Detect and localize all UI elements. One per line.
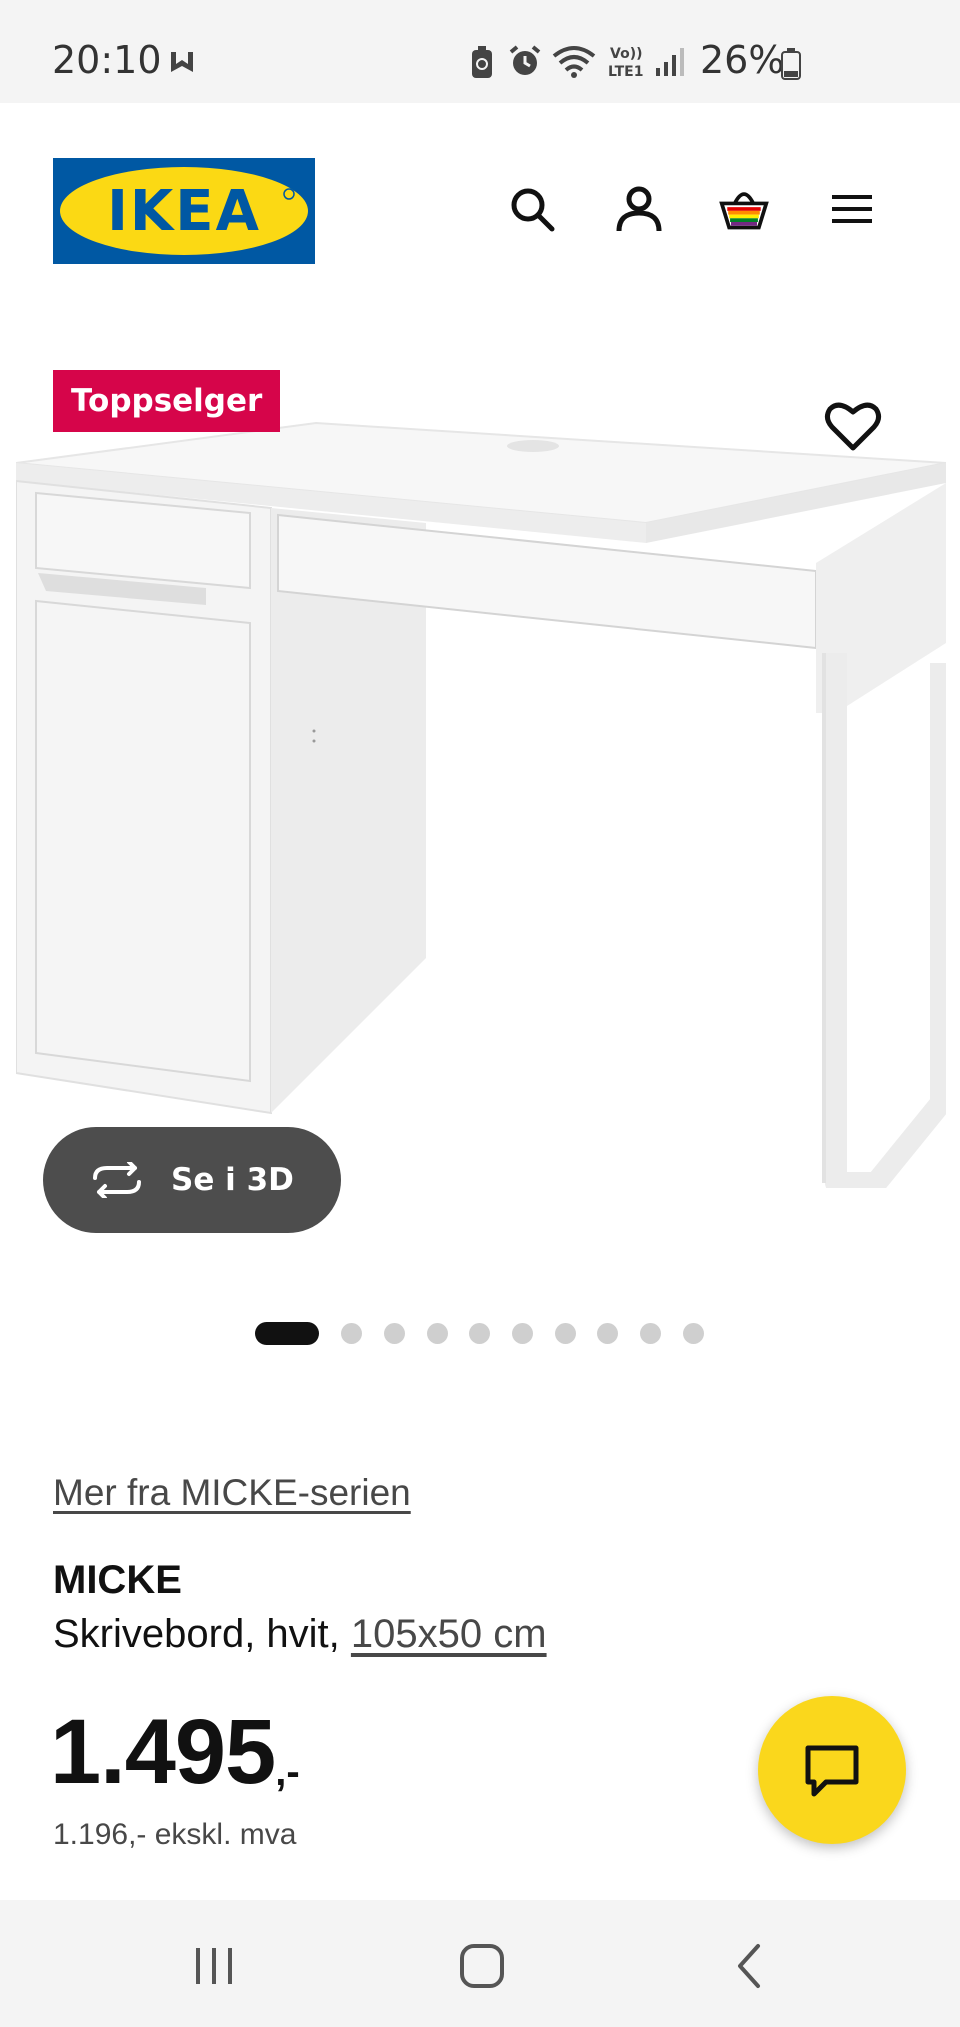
rotate-3d-icon: [93, 1162, 141, 1198]
size-link[interactable]: 105x50 cm: [351, 1612, 547, 1656]
battery-icon: [781, 48, 801, 80]
price-main: 1.495: [50, 1701, 276, 1803]
gallery-dot[interactable]: [512, 1323, 533, 1344]
svg-text:LTE1: LTE1: [608, 64, 643, 80]
m-icon: [171, 52, 193, 72]
series-link[interactable]: Mer fra MICKE-serien: [53, 1472, 411, 1514]
svg-text:Vo)): Vo)): [610, 46, 642, 62]
site-header: IKEA: [0, 103, 960, 303]
wifi-icon: [552, 46, 596, 78]
menu-icon[interactable]: [826, 183, 878, 235]
battery-percent: 26%: [700, 38, 785, 82]
gallery-dot[interactable]: [341, 1323, 362, 1344]
product-image-desk: [16, 421, 946, 1188]
status-time: 20:10: [52, 38, 162, 82]
product-name: MICKE: [53, 1558, 182, 1602]
view-3d-label: Se i 3D: [171, 1162, 294, 1198]
product-gallery[interactable]: Toppselger Se i 3D: [0, 303, 960, 1418]
gallery-dot[interactable]: [597, 1323, 618, 1344]
ikea-logo[interactable]: IKEA: [53, 158, 315, 264]
view-3d-button[interactable]: Se i 3D: [43, 1127, 341, 1233]
gallery-pagination: [0, 1319, 960, 1347]
basket-icon[interactable]: [718, 183, 770, 235]
product-description: Skrivebord, hvit, 105x50 cm: [53, 1612, 547, 1657]
gallery-dot[interactable]: [469, 1323, 490, 1344]
chat-icon: [805, 1745, 859, 1797]
alarm-icon: [509, 45, 541, 75]
gallery-dot[interactable]: [384, 1323, 405, 1344]
home-icon[interactable]: [452, 1936, 512, 1996]
recent-apps-icon[interactable]: [184, 1936, 244, 1996]
top-seller-badge: Toppselger: [53, 370, 281, 432]
gallery-dot[interactable]: [427, 1323, 448, 1344]
heart-icon[interactable]: [824, 398, 882, 456]
gallery-dot[interactable]: [555, 1323, 576, 1344]
back-icon[interactable]: [720, 1936, 780, 1996]
gallery-dot[interactable]: [640, 1323, 661, 1344]
chat-button[interactable]: [758, 1696, 906, 1844]
gallery-dot-active[interactable]: [255, 1322, 319, 1345]
system-nav-bar: [0, 1900, 960, 2027]
user-icon[interactable]: [613, 183, 665, 235]
signal-icon: [656, 48, 684, 76]
product-price: 1.495,-: [50, 1700, 300, 1805]
product-type: Skrivebord, hvit,: [53, 1612, 340, 1656]
price-suffix: ,-: [275, 1750, 300, 1794]
svg-text:IKEA: IKEA: [107, 179, 261, 244]
gallery-dot[interactable]: [683, 1323, 704, 1344]
volte-lte-icon: Vo)) LTE1: [608, 46, 643, 80]
price-ex-vat: 1.196,- ekskl. mva: [53, 1818, 297, 1851]
battery-saver-icon: [472, 46, 492, 78]
search-icon[interactable]: [506, 183, 558, 235]
status-bar: 20:10 Vo)) LTE1 26%: [0, 0, 960, 103]
